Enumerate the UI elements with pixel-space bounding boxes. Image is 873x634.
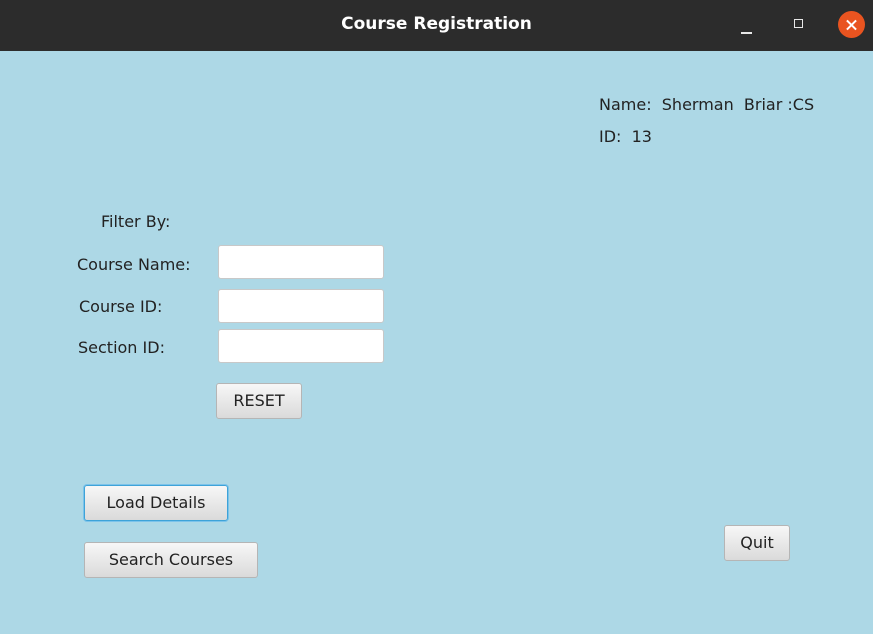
- close-icon[interactable]: [838, 11, 865, 38]
- quit-button[interactable]: Quit: [724, 525, 790, 561]
- section-id-label: Section ID:: [78, 338, 165, 357]
- window-title: Course Registration: [341, 14, 532, 34]
- filter-heading: Filter By:: [101, 212, 171, 231]
- user-name-label: Name: Sherman Briar :CS: [599, 95, 815, 114]
- course-id-field[interactable]: [218, 289, 384, 323]
- load-details-button[interactable]: Load Details: [84, 485, 228, 521]
- course-id-label: Course ID:: [79, 297, 163, 316]
- reset-button[interactable]: RESET: [216, 383, 302, 419]
- maximize-icon[interactable]: [794, 19, 803, 28]
- course-name-field[interactable]: [218, 245, 384, 279]
- course-name-label: Course Name:: [77, 255, 191, 274]
- title-bar: Course Registration: [0, 0, 873, 51]
- user-id-label: ID: 13: [599, 127, 652, 146]
- section-id-field[interactable]: [218, 329, 384, 363]
- search-courses-button[interactable]: Search Courses: [84, 542, 258, 578]
- minimize-icon[interactable]: [741, 32, 752, 34]
